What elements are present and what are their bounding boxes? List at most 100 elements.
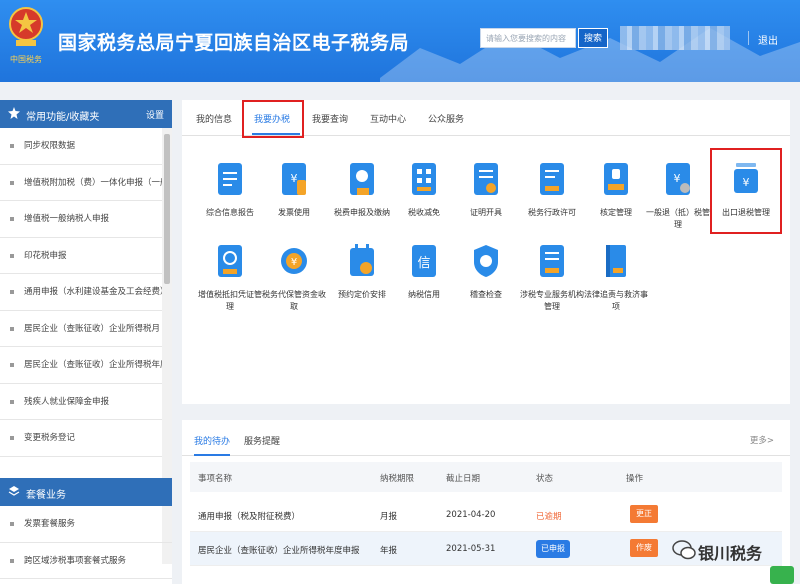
agency-icon	[540, 245, 564, 277]
service-panel: 我的信息 我要办税 我要查询 互动中心 公众服务 综合信息报告 ¥ 发票使用 税…	[182, 100, 790, 404]
stamp-icon	[604, 163, 628, 195]
void-button[interactable]: 作废	[630, 539, 658, 557]
svg-text:¥: ¥	[674, 172, 681, 185]
tab-my-todo[interactable]: 我的待办	[194, 434, 230, 447]
calendar-icon	[350, 244, 374, 276]
invoice-icon: ¥	[282, 163, 306, 195]
gear-doc-icon	[218, 245, 242, 277]
book-icon	[606, 245, 626, 277]
refund-icon: ¥	[666, 163, 690, 195]
status-text: 已逾期	[536, 512, 562, 522]
header-bar: 中国税务 国家税务总局宁夏回族自治区电子税务局 请输入您要搜索的内容 搜索 退出	[0, 0, 800, 82]
settings-link[interactable]: 设置	[146, 108, 164, 121]
tile-tax-reduction[interactable]: 税收减免	[392, 160, 456, 219]
task-deadline: 2021-04-20	[446, 510, 496, 520]
scrollbar-thumb[interactable]	[164, 134, 170, 284]
tile-label: 税收减免	[408, 208, 440, 217]
package-list: 发票套餐服务 跨区域涉税事项套餐式服务	[0, 506, 172, 579]
tile-label: 证明开具	[470, 208, 502, 217]
tile-tax-declare[interactable]: 税费申报及缴纳	[330, 160, 394, 219]
status-badge: 已申报	[536, 540, 570, 558]
shield-icon	[474, 245, 498, 277]
tab-my-info[interactable]: 我的信息	[196, 112, 232, 125]
col-status: 状态	[536, 474, 554, 484]
sidebar-item[interactable]: 同步权限数据	[0, 128, 162, 165]
tile-credit[interactable]: 信 纳税信用	[392, 242, 456, 301]
more-link[interactable]: 更多>	[750, 434, 774, 446]
sidebar-item[interactable]: 发票套餐服务	[0, 506, 172, 543]
sidebar-item[interactable]: 居民企业（查账征收）企业所得税年度…	[0, 347, 162, 384]
col-deadline: 截止日期	[446, 474, 481, 484]
watermark-text: 银川税务	[698, 544, 763, 563]
sidebar-item[interactable]: 印花税申报	[0, 238, 162, 274]
tile-pricing[interactable]: 预约定价安排	[330, 242, 394, 301]
col-name: 事项名称	[198, 474, 233, 484]
tile-agency[interactable]: 涉税专业服务机构管理	[520, 242, 584, 313]
task-deadline: 2021-05-31	[446, 544, 496, 554]
tile-admin-license[interactable]: 税务行政许可	[520, 160, 584, 219]
main-tabs: 我的信息 我要办税 我要查询 互动中心 公众服务	[182, 100, 790, 138]
tile-label: 稽查检查	[470, 290, 502, 299]
tile-label: 法律追责与救济事项	[584, 290, 648, 311]
tile-certificate[interactable]: 证明开具	[454, 160, 518, 219]
calculator-icon	[412, 163, 436, 195]
sidebar-item[interactable]: 增值税一般纳税人申报	[0, 201, 162, 238]
sidebar-package-header[interactable]: 套餐业务	[0, 478, 172, 506]
divider	[748, 31, 749, 45]
tile-vat-deduct[interactable]: 增值税抵扣凭证管理	[198, 242, 262, 313]
chat-float-icon[interactable]	[770, 566, 794, 584]
wechat-icon	[672, 540, 696, 560]
tile-fund-custody[interactable]: ¥ 税务代保管资金收取	[262, 242, 326, 313]
tab-service-reminder[interactable]: 服务提醒	[244, 434, 280, 447]
tile-inspection[interactable]: 稽查检查	[454, 242, 518, 301]
tile-approval[interactable]: 核定管理	[584, 160, 648, 219]
search-button[interactable]: 搜索	[578, 28, 608, 48]
sidebar-item[interactable]: 残疾人就业保障金申报	[0, 384, 162, 420]
tasks-tabs: 我的待办 服务提醒 更多>	[182, 420, 790, 456]
correct-button[interactable]: 更正	[630, 505, 658, 523]
credit-icon: 信	[412, 245, 436, 277]
tile-legal[interactable]: 法律追责与救济事项	[584, 242, 648, 313]
tile-highlight-box	[710, 148, 782, 234]
sidebar-item[interactable]: 居民企业（查账征收）企业所得税月（…	[0, 311, 162, 347]
sidebar-item[interactable]: 跨区域涉税事项套餐式服务	[0, 543, 172, 579]
favorites-list: 同步权限数据 增值税附加税（费）一体化申报（一般… 增值税一般纳税人申报 印花税…	[0, 128, 162, 457]
tile-invoice-use[interactable]: ¥ 发票使用	[262, 160, 326, 219]
svg-text:信: 信	[417, 256, 430, 271]
logout-link[interactable]: 退出	[758, 32, 778, 47]
sidebar-package-title: 套餐业务	[26, 490, 66, 501]
tile-info-report[interactable]: 综合信息报告	[198, 160, 262, 219]
tab-interaction[interactable]: 互动中心	[370, 112, 406, 125]
search-input[interactable]: 请输入您要搜索的内容	[480, 28, 576, 48]
tab-highlight-box	[242, 100, 304, 138]
tile-label: 一般退（抵）税管理	[646, 208, 710, 229]
tile-label: 增值税抵扣凭证管理	[198, 290, 262, 311]
tab-query[interactable]: 我要查询	[312, 112, 348, 125]
sidebar-item[interactable]: 通用申报（水利建设基金及工会经费）	[0, 274, 162, 311]
certificate-icon	[474, 163, 498, 195]
tile-label: 税务行政许可	[528, 208, 576, 217]
task-period: 月报	[380, 512, 398, 522]
tile-label: 税务代保管资金收取	[262, 290, 326, 311]
site-title: 国家税务总局宁夏回族自治区电子税务局	[58, 32, 410, 54]
sidebar-item[interactable]: 增值税附加税（费）一体化申报（一般…	[0, 165, 162, 201]
document-icon	[218, 163, 242, 195]
sidebar-item[interactable]: 变更税务登记	[0, 420, 162, 457]
tile-label: 涉税专业服务机构管理	[520, 290, 584, 311]
sidebar-favorites-header[interactable]: 常用功能/收藏夹 设置	[0, 100, 172, 128]
task-name: 居民企业（查账征收）企业所得税年度申报	[198, 546, 360, 556]
tile-label: 核定管理	[600, 208, 632, 217]
star-icon	[8, 107, 20, 119]
tile-label: 发票使用	[278, 208, 310, 217]
tile-refund[interactable]: ¥ 一般退（抵）税管理	[646, 160, 710, 231]
tax-emblem-icon	[9, 7, 43, 46]
svg-text:¥: ¥	[291, 172, 298, 185]
sidebar-favorites-title: 常用功能/收藏夹	[26, 112, 100, 123]
license-icon	[540, 163, 564, 195]
user-info-blurred	[620, 26, 730, 50]
tab-public-service[interactable]: 公众服务	[428, 112, 464, 125]
task-name: 通用申报（税及附征税费）	[198, 512, 301, 522]
layers-icon	[8, 486, 20, 496]
emblem-caption: 中国税务	[10, 55, 42, 64]
table-row: 通用申报（税及附征税费） 月报 2021-04-20 已逾期 更正	[190, 498, 782, 532]
